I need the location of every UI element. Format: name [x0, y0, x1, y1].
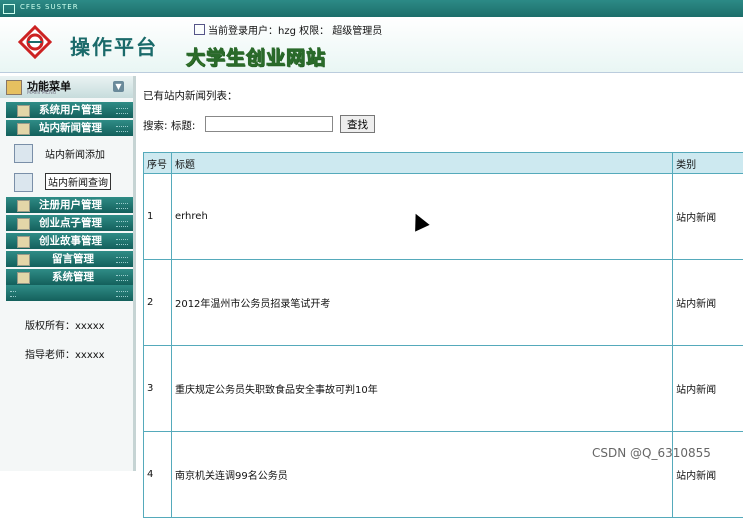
logo-icon — [18, 25, 52, 59]
cell-no: 4 — [144, 432, 172, 518]
platform-title: 操作平台 — [70, 31, 158, 60]
sidebar-item-label: 留言管理 — [52, 251, 94, 267]
dots-icon — [116, 291, 128, 297]
sidebar: 功能菜单 MAIN MENU ▼ 系统用户管理 站内新闻管理 站内新闻添加 站内… — [0, 76, 136, 471]
table-row[interactable]: 4 南京机关连调99名公务员 站内新闻 — [144, 432, 743, 518]
folder-icon — [17, 123, 30, 135]
main-content: 已有站内新闻列表： 搜索: 标题: 查找 序号 标题 类别 1 erhreh 站… — [143, 76, 743, 471]
table-row[interactable]: 1 erhreh 站内新闻 — [144, 174, 743, 260]
top-strip: CFES SUSTER — [0, 0, 743, 17]
dots-icon — [116, 239, 128, 245]
add-icon — [14, 144, 33, 163]
news-table: 序号 标题 类别 1 erhreh 站内新闻 2 2012年温州市公务员招录笔试… — [143, 152, 743, 518]
title-search-input[interactable] — [205, 116, 333, 132]
top-strip-label: CFES SUSTER — [20, 3, 79, 11]
advisor-text: 指导老师：xxxxx — [25, 346, 105, 361]
sidebar-item-registered-users[interactable]: 注册用户管理 — [6, 197, 133, 213]
sidebar-item-label: 站内新闻添加 — [45, 146, 105, 161]
window-icon — [3, 4, 15, 14]
list-title: 已有站内新闻列表： — [143, 88, 238, 103]
search-label: 搜索: 标题: — [143, 120, 195, 132]
table-row[interactable]: 2 2012年温州市公务员招录笔试开考 站内新闻 — [144, 260, 743, 346]
menu-header: 功能菜单 MAIN MENU ▼ — [0, 76, 133, 98]
user-icon — [194, 24, 205, 35]
table-row[interactable]: 3 重庆规定公务员失职致食品安全事故可判10年 站内新闻 — [144, 346, 743, 432]
dots-icon — [116, 221, 128, 227]
sidebar-item-label: 注册用户管理 — [39, 197, 102, 213]
sidebar-item-label: 创业点子管理 — [39, 215, 102, 231]
dots-icon — [116, 257, 128, 263]
user-info: 当前登录用户：hzg 权限： 超级管理员 — [194, 22, 382, 37]
sidebar-item-stories[interactable]: 创业故事管理 — [6, 233, 133, 249]
sidebar-item-news[interactable]: 站内新闻管理 — [6, 120, 133, 136]
sidebar-item-system-users[interactable]: 系统用户管理 — [6, 102, 133, 118]
menu-subtitle: MAIN MENU — [27, 90, 56, 96]
copyright-text: 版权所有：xxxxx — [25, 317, 105, 332]
sidebar-item-label: 创业故事管理 — [39, 233, 102, 249]
dots-icon — [116, 203, 128, 209]
sidebar-item-system[interactable]: 系统管理 — [6, 269, 133, 285]
sidebar-item-label: 系统用户管理 — [39, 102, 102, 118]
sidebar-item-news-query[interactable]: 站内新闻查询 — [14, 171, 132, 193]
folder-icon — [17, 200, 30, 212]
column-header-no: 序号 — [144, 153, 172, 174]
sidebar-item-messages[interactable]: 留言管理 — [6, 251, 133, 267]
folder-icon — [17, 272, 30, 284]
menu-footer — [6, 285, 133, 301]
sidebar-item-label: 站内新闻查询 — [45, 173, 111, 190]
column-header-title: 标题 — [171, 153, 672, 174]
cell-category: 站内新闻 — [673, 346, 743, 432]
folder-icon — [17, 218, 30, 230]
cell-category: 站内新闻 — [673, 174, 743, 260]
folder-icon — [17, 254, 30, 266]
table-header-row: 序号 标题 类别 — [144, 153, 743, 174]
sidebar-item-ideas[interactable]: 创业点子管理 — [6, 215, 133, 231]
menu-icon — [6, 80, 22, 95]
sidebar-item-label: 站内新闻管理 — [39, 120, 102, 136]
user-info-text: 当前登录用户：hzg 权限： 超级管理员 — [208, 26, 382, 37]
cell-category: 站内新闻 — [673, 260, 743, 346]
cell-no: 3 — [144, 346, 172, 432]
cell-title[interactable]: 2012年温州市公务员招录笔试开考 — [171, 260, 672, 346]
cell-no: 1 — [144, 174, 172, 260]
search-list-icon — [14, 173, 33, 192]
cell-category: 站内新闻 — [673, 432, 743, 518]
cell-no: 2 — [144, 260, 172, 346]
cell-title[interactable]: 南京机关连调99名公务员 — [171, 432, 672, 518]
collapse-icon[interactable]: ▼ — [113, 81, 124, 92]
folder-icon — [17, 236, 30, 248]
dots-icon — [116, 275, 128, 281]
dots-icon — [116, 126, 128, 132]
dots-icon — [116, 108, 128, 114]
sidebar-item-news-add[interactable]: 站内新闻添加 — [14, 142, 132, 164]
search-button[interactable]: 查找 — [340, 115, 375, 133]
search-row: 搜索: 标题: 查找 — [143, 118, 195, 133]
cell-title[interactable]: 重庆规定公务员失职致食品安全事故可判10年 — [171, 346, 672, 432]
site-title: 大学生创业网站 — [186, 43, 326, 70]
folder-icon — [17, 105, 30, 117]
column-header-category: 类别 — [673, 153, 743, 174]
sidebar-item-label: 系统管理 — [52, 269, 94, 285]
dots-icon — [10, 291, 16, 297]
watermark: CSDN @Q_6310855 — [592, 446, 711, 460]
